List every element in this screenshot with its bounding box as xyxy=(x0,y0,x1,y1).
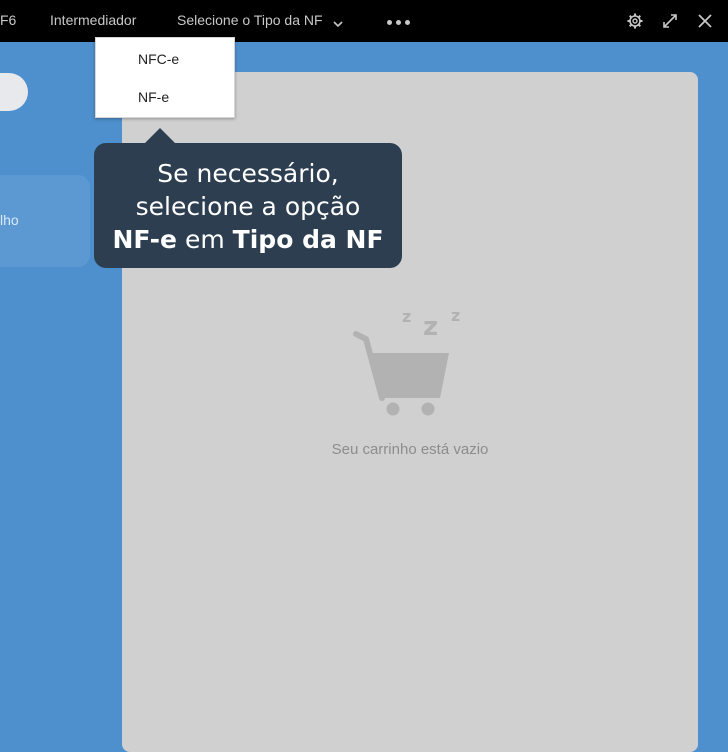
side-card-label: lho xyxy=(0,212,19,228)
more-icon[interactable] xyxy=(387,20,410,25)
shortcut-f6-label[interactable]: F6 xyxy=(0,12,16,28)
tooltip-line-1: Se necessário, xyxy=(157,159,339,188)
tooltip-line-2: selecione a opção xyxy=(135,192,361,221)
option-nfe[interactable]: NF-e xyxy=(138,89,169,105)
svg-text:z: z xyxy=(402,307,411,326)
tooltip-mid-text: em xyxy=(177,225,233,254)
top-bar: F6 Intermediador Selecione o Tipo da NF xyxy=(0,0,728,42)
tooltip-line-3: NF-e em Tipo da NF xyxy=(94,223,402,256)
intermediary-button[interactable]: Intermediador xyxy=(50,12,136,28)
hint-tooltip: Se necessário, selecione a opção NF-e em… xyxy=(94,143,402,268)
expand-icon[interactable] xyxy=(660,11,680,31)
svg-text:z: z xyxy=(423,312,438,342)
chevron-down-icon[interactable] xyxy=(333,15,343,31)
search-pill[interactable] xyxy=(0,73,28,111)
close-icon[interactable] xyxy=(695,11,715,31)
tooltip-arrow xyxy=(144,128,176,144)
option-nfce[interactable]: NFC-e xyxy=(138,51,179,67)
tooltip-bold-nfe: NF-e xyxy=(112,225,178,254)
empty-cart-icon: z z z xyxy=(352,306,464,418)
svg-text:z: z xyxy=(451,306,460,325)
empty-cart-text: Seu carrinho está vazio xyxy=(331,441,489,458)
gear-icon[interactable] xyxy=(625,11,645,31)
tooltip-bold-tipo: Tipo da NF xyxy=(232,225,384,254)
nf-type-select[interactable]: Selecione o Tipo da NF xyxy=(177,12,323,28)
nf-type-dropdown: NFC-e NF-e xyxy=(95,37,235,118)
